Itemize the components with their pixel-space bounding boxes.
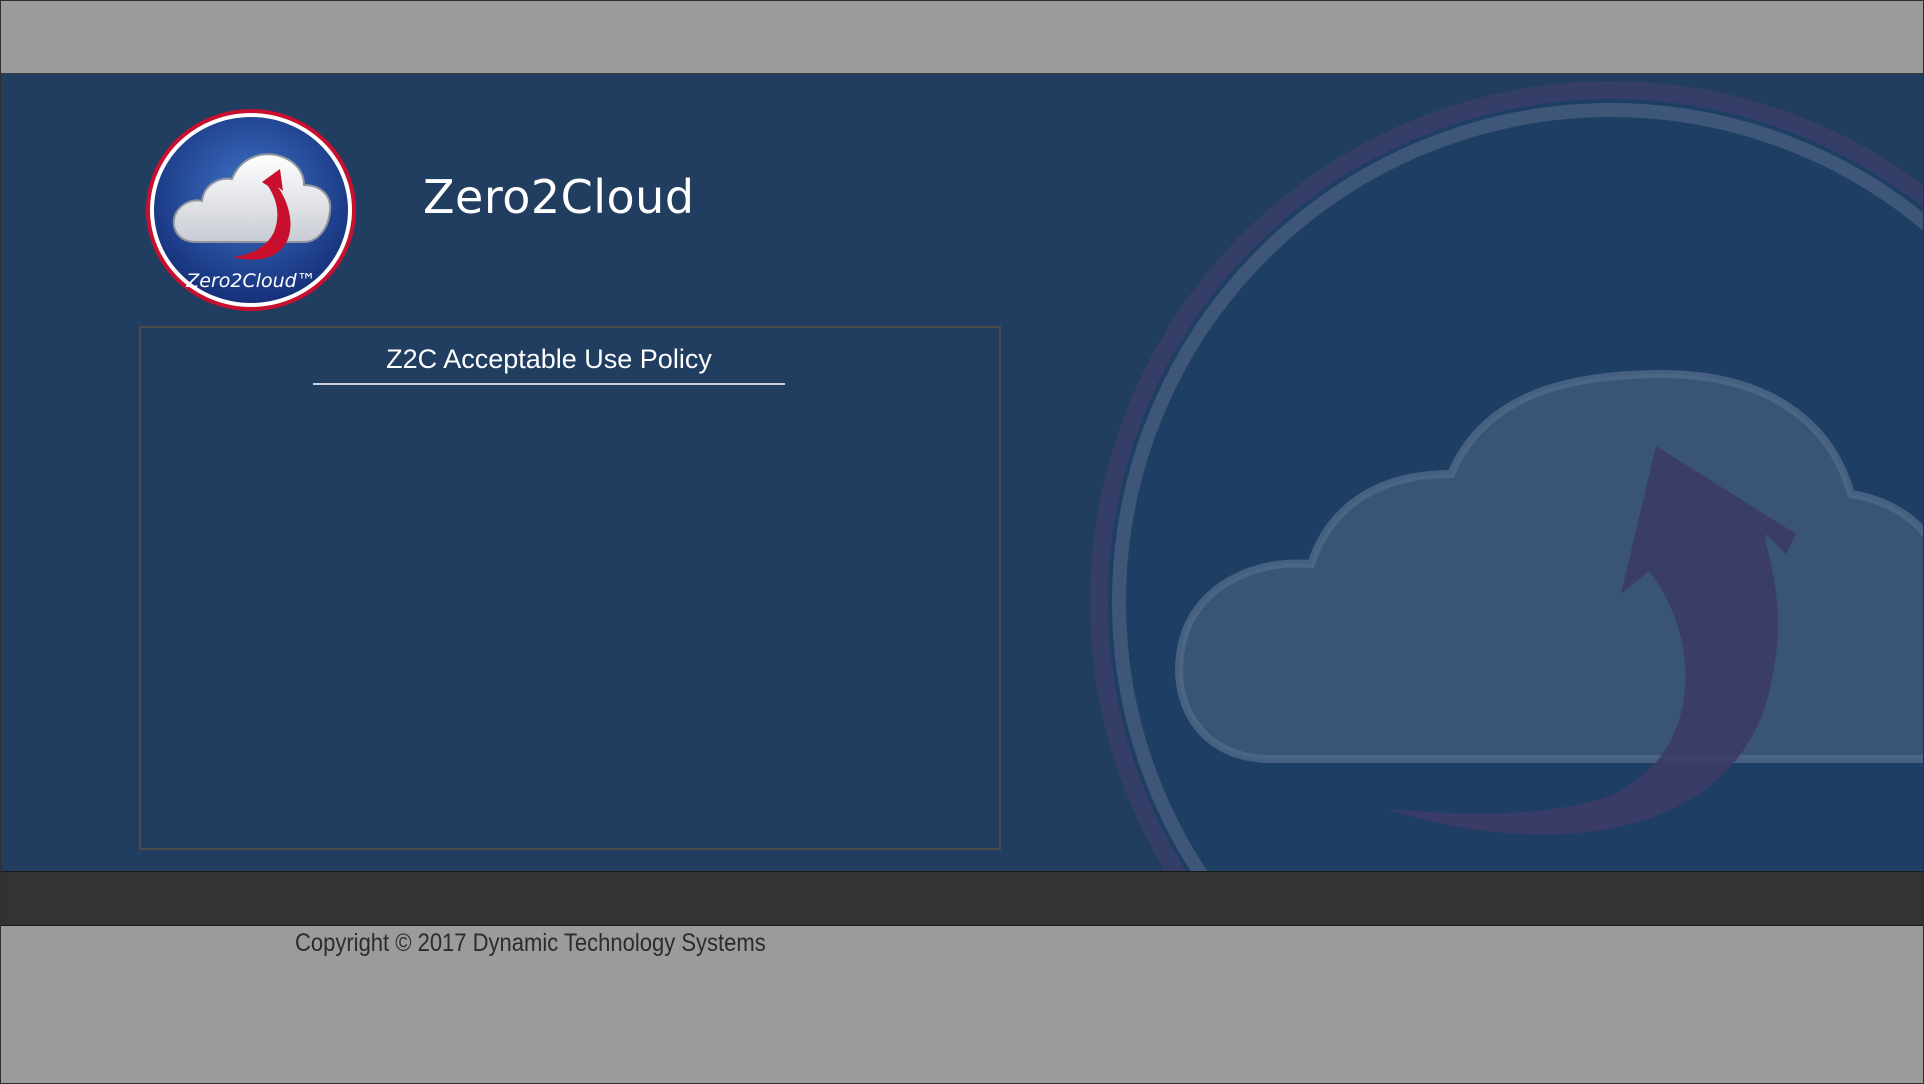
hero-section: Zero2Cloud™ Zero2Cloud Z2C Acceptable Us… bbox=[1, 74, 1923, 871]
zero2cloud-logo: Zero2Cloud™ bbox=[146, 109, 356, 311]
policy-panel: Z2C Acceptable Use Policy bbox=[139, 326, 1001, 850]
copyright-text: Copyright © 2017 Dynamic Technology Syst… bbox=[295, 929, 766, 957]
logo-text: Zero2Cloud™ bbox=[185, 270, 316, 292]
top-bar bbox=[1, 1, 1923, 74]
page-frame: Zero2Cloud™ Zero2Cloud Z2C Acceptable Us… bbox=[0, 0, 1924, 1084]
footer-bar bbox=[1, 871, 1923, 926]
brand-title: Zero2Cloud bbox=[423, 170, 695, 224]
policy-title: Z2C Acceptable Use Policy bbox=[313, 344, 785, 385]
